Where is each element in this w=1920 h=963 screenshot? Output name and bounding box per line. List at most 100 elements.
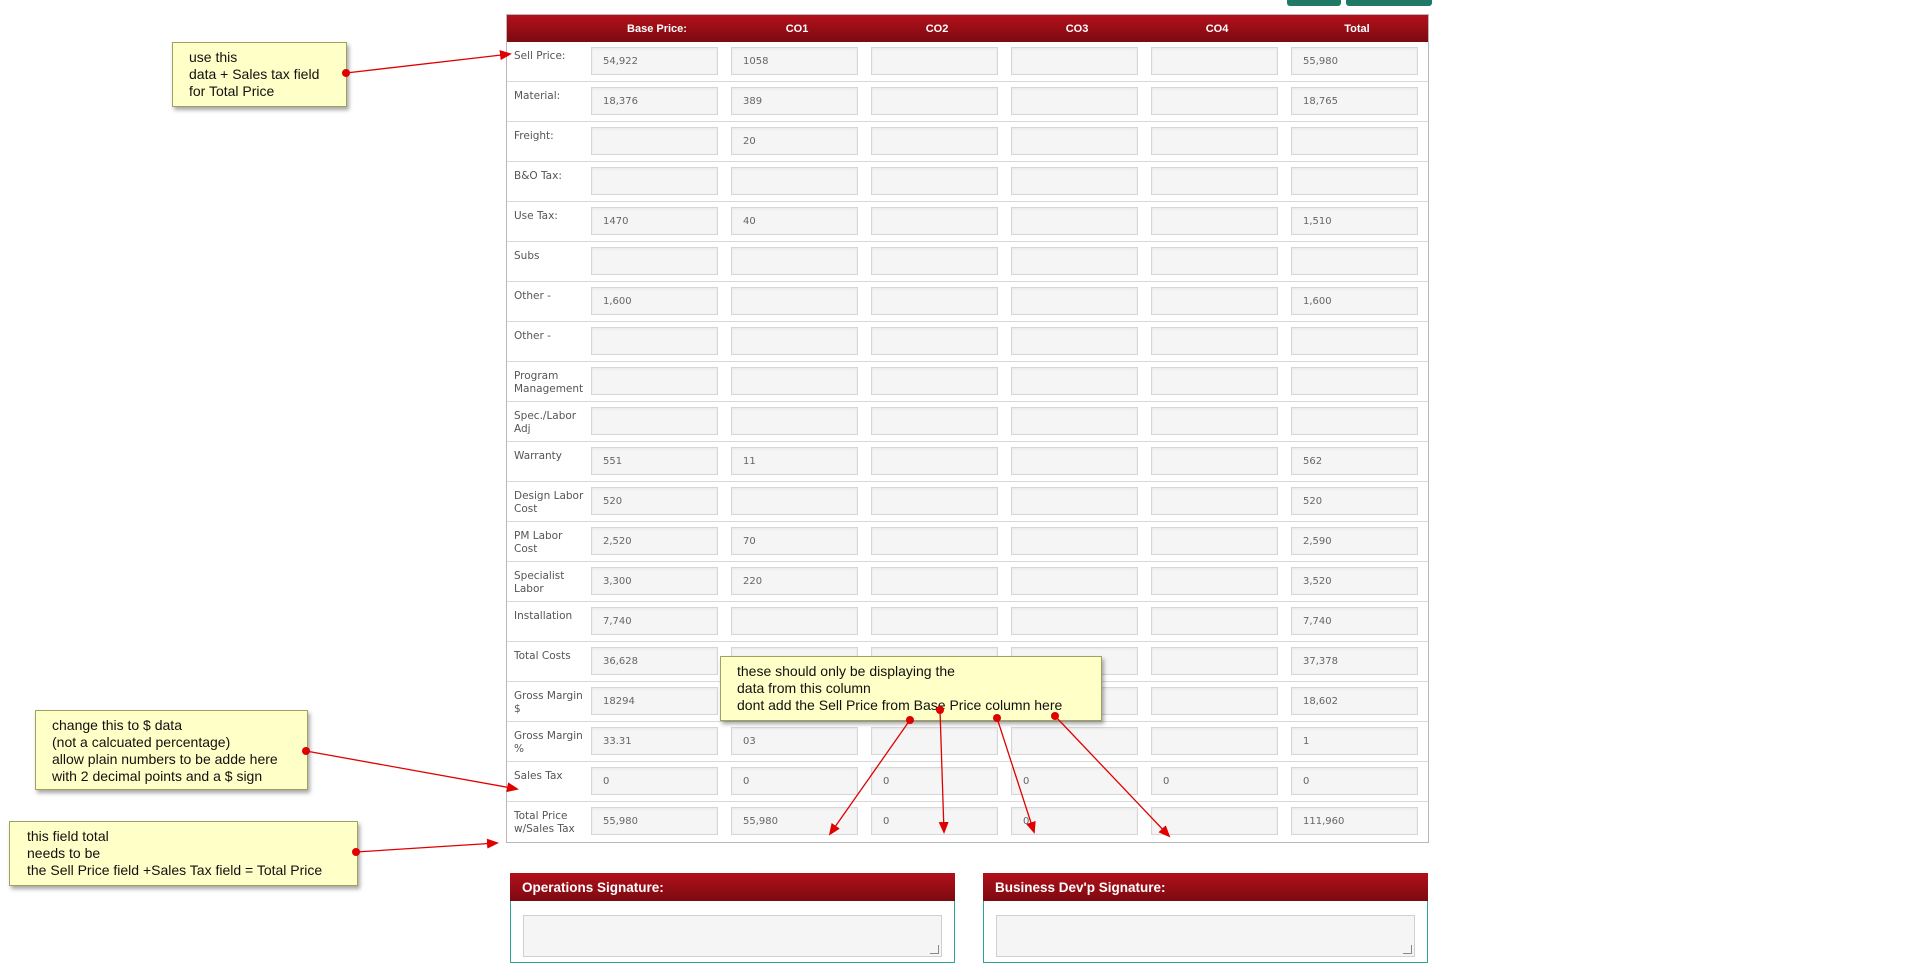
business-signature-input[interactable] — [996, 915, 1415, 957]
total-input[interactable] — [1291, 247, 1418, 275]
co1-input[interactable]: 03 — [731, 727, 858, 755]
total-input[interactable]: 18,765 — [1291, 87, 1418, 115]
co3-input[interactable] — [1011, 727, 1138, 755]
co2-input[interactable] — [871, 607, 998, 635]
co3-input[interactable] — [1011, 447, 1138, 475]
co2-input[interactable] — [871, 207, 998, 235]
total-input[interactable]: 37,378 — [1291, 647, 1418, 675]
co2-input[interactable] — [871, 247, 998, 275]
co4-input[interactable] — [1151, 47, 1278, 75]
total-input[interactable]: 7,740 — [1291, 607, 1418, 635]
co1-input[interactable] — [731, 607, 858, 635]
co4-input[interactable] — [1151, 647, 1278, 675]
co1-input[interactable]: 55,980 — [731, 807, 858, 835]
co1-input[interactable]: 220 — [731, 567, 858, 595]
co3-input[interactable]: 0 — [1011, 807, 1138, 835]
total-input[interactable]: 1,600 — [1291, 287, 1418, 315]
co4-input[interactable] — [1151, 687, 1278, 715]
base-price-input[interactable] — [591, 367, 718, 395]
co3-input[interactable] — [1011, 207, 1138, 235]
base-price-input[interactable]: 55,980 — [591, 807, 718, 835]
co3-input[interactable] — [1011, 527, 1138, 555]
base-price-input[interactable]: 0 — [591, 767, 718, 795]
total-input[interactable]: 3,520 — [1291, 567, 1418, 595]
co4-input[interactable] — [1151, 207, 1278, 235]
co4-input[interactable]: 0 — [1151, 767, 1278, 795]
total-input[interactable]: 520 — [1291, 487, 1418, 515]
co2-input[interactable]: 0 — [871, 807, 998, 835]
co4-input[interactable] — [1151, 807, 1278, 835]
total-input[interactable] — [1291, 367, 1418, 395]
base-price-input[interactable] — [591, 407, 718, 435]
co1-input[interactable]: 40 — [731, 207, 858, 235]
base-price-input[interactable]: 2,520 — [591, 527, 718, 555]
total-input[interactable]: 0 — [1291, 767, 1418, 795]
co3-input[interactable] — [1011, 487, 1138, 515]
co2-input[interactable] — [871, 327, 998, 355]
base-price-input[interactable] — [591, 247, 718, 275]
co1-input[interactable] — [731, 367, 858, 395]
base-price-input[interactable] — [591, 167, 718, 195]
co4-input[interactable] — [1151, 607, 1278, 635]
base-price-input[interactable]: 54,922 — [591, 47, 718, 75]
total-input[interactable]: 111,960 — [1291, 807, 1418, 835]
operations-signature-input[interactable] — [523, 915, 942, 957]
co2-input[interactable] — [871, 527, 998, 555]
top-action-button-1[interactable] — [1287, 0, 1341, 6]
base-price-input[interactable] — [591, 127, 718, 155]
total-input[interactable]: 1 — [1291, 727, 1418, 755]
co4-input[interactable] — [1151, 127, 1278, 155]
co2-input[interactable] — [871, 127, 998, 155]
total-input[interactable]: 562 — [1291, 447, 1418, 475]
co3-input[interactable] — [1011, 607, 1138, 635]
co4-input[interactable] — [1151, 407, 1278, 435]
co4-input[interactable] — [1151, 567, 1278, 595]
co2-input[interactable] — [871, 47, 998, 75]
base-price-input[interactable]: 1470 — [591, 207, 718, 235]
top-action-button-2[interactable] — [1346, 0, 1432, 6]
total-input[interactable]: 1,510 — [1291, 207, 1418, 235]
total-input[interactable]: 55,980 — [1291, 47, 1418, 75]
co3-input[interactable] — [1011, 247, 1138, 275]
co1-input[interactable] — [731, 287, 858, 315]
co2-input[interactable] — [871, 567, 998, 595]
co2-input[interactable] — [871, 87, 998, 115]
co3-input[interactable]: 0 — [1011, 767, 1138, 795]
co1-input[interactable] — [731, 327, 858, 355]
co3-input[interactable] — [1011, 327, 1138, 355]
total-input[interactable] — [1291, 327, 1418, 355]
total-input[interactable]: 2,590 — [1291, 527, 1418, 555]
co1-input[interactable]: 11 — [731, 447, 858, 475]
co3-input[interactable] — [1011, 47, 1138, 75]
co3-input[interactable] — [1011, 407, 1138, 435]
base-price-input[interactable]: 551 — [591, 447, 718, 475]
co3-input[interactable] — [1011, 167, 1138, 195]
co1-input[interactable] — [731, 407, 858, 435]
co3-input[interactable] — [1011, 127, 1138, 155]
co1-input[interactable]: 0 — [731, 767, 858, 795]
co4-input[interactable] — [1151, 327, 1278, 355]
base-price-input[interactable]: 7,740 — [591, 607, 718, 635]
co3-input[interactable] — [1011, 87, 1138, 115]
co1-input[interactable]: 389 — [731, 87, 858, 115]
co2-input[interactable] — [871, 367, 998, 395]
base-price-input[interactable]: 18,376 — [591, 87, 718, 115]
total-input[interactable] — [1291, 167, 1418, 195]
co4-input[interactable] — [1151, 447, 1278, 475]
co2-input[interactable]: 0 — [871, 767, 998, 795]
co1-input[interactable] — [731, 487, 858, 515]
co4-input[interactable] — [1151, 87, 1278, 115]
co2-input[interactable] — [871, 167, 998, 195]
co1-input[interactable]: 20 — [731, 127, 858, 155]
base-price-input[interactable]: 18294 — [591, 687, 718, 715]
co4-input[interactable] — [1151, 287, 1278, 315]
total-input[interactable] — [1291, 407, 1418, 435]
co2-input[interactable] — [871, 487, 998, 515]
base-price-input[interactable]: 33.31 — [591, 727, 718, 755]
co4-input[interactable] — [1151, 247, 1278, 275]
base-price-input[interactable] — [591, 327, 718, 355]
co3-input[interactable] — [1011, 567, 1138, 595]
co2-input[interactable] — [871, 287, 998, 315]
co2-input[interactable] — [871, 407, 998, 435]
co1-input[interactable]: 70 — [731, 527, 858, 555]
